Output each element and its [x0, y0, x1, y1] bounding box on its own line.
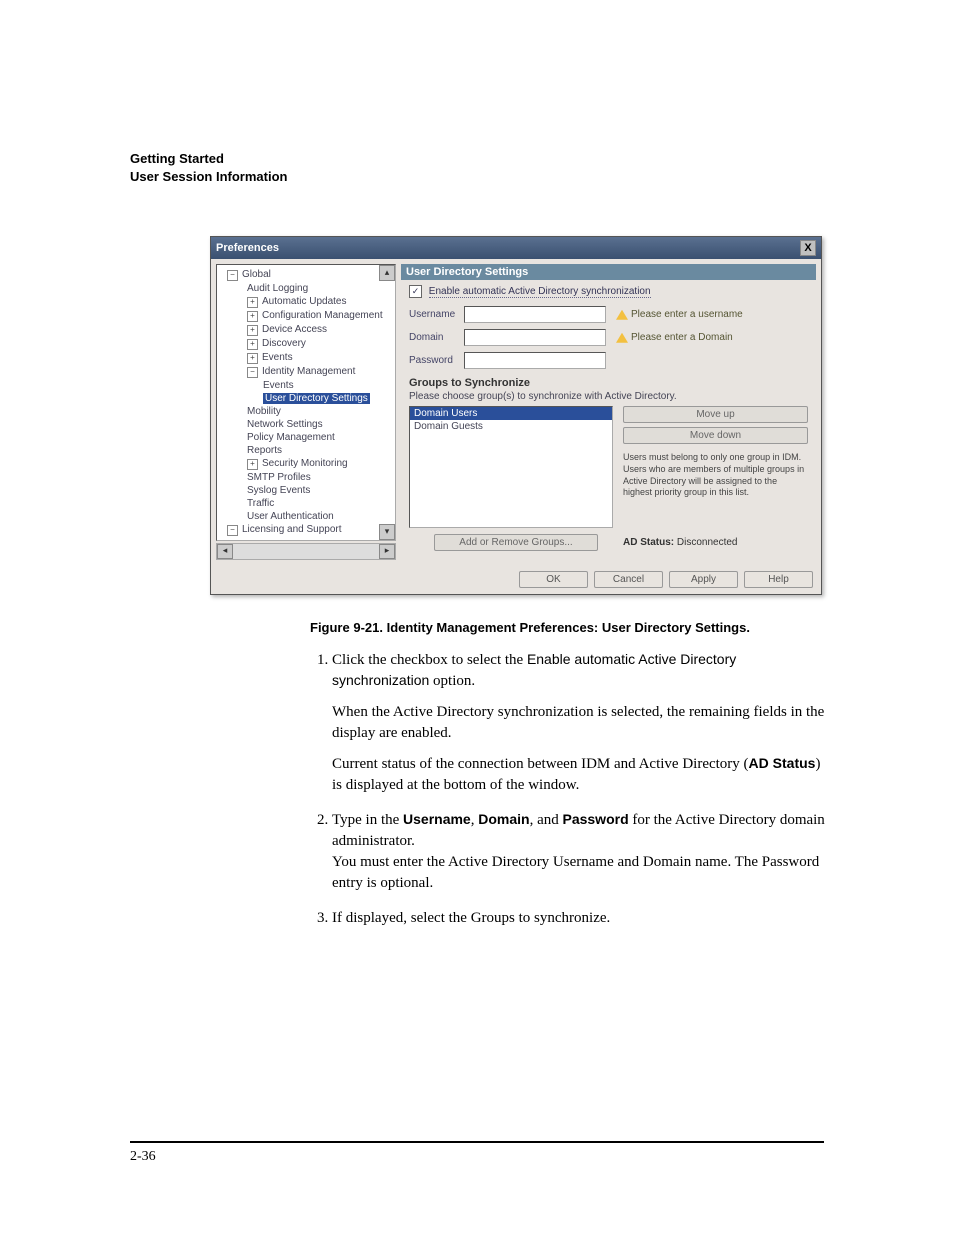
username-input[interactable]: [464, 306, 606, 323]
tree-node[interactable]: +Configuration Management: [219, 309, 393, 323]
page-header: Getting Started User Session Information: [130, 150, 824, 186]
apply-button[interactable]: Apply: [669, 571, 738, 588]
groups-row: Domain Users Domain Guests Move up Move …: [409, 406, 808, 528]
figure-caption: Figure 9-21. Identity Management Prefere…: [310, 620, 824, 635]
dialog-titlebar[interactable]: Preferences X: [211, 237, 821, 259]
page: Getting Started User Session Information…: [0, 0, 954, 1235]
password-label: Password: [409, 355, 464, 366]
scroll-left-icon[interactable]: ◂: [217, 544, 233, 559]
ad-status: AD Status: Disconnected: [623, 537, 808, 548]
tree-node[interactable]: +Security Monitoring: [219, 457, 393, 471]
username-label: Username: [409, 309, 464, 320]
step-2: Type in the Username, Domain, and Passwo…: [332, 810, 830, 894]
tree-node-licensing[interactable]: −Licensing and Support: [219, 523, 393, 537]
password-input[interactable]: [464, 352, 606, 369]
password-row: Password: [409, 352, 808, 369]
domain-warning: Please enter a Domain: [616, 332, 733, 343]
tree-node[interactable]: Mobility: [219, 405, 393, 418]
tree-node-identity[interactable]: −Identity Management: [219, 365, 393, 379]
nav-tree[interactable]: ▴ −Global Audit Logging +Automatic Updat…: [216, 264, 396, 541]
username-warning: Please enter a username: [616, 309, 743, 320]
tree-node[interactable]: SMTP Profiles: [219, 471, 393, 484]
preferences-dialog: Preferences X ▴ −Global Audit Logging +A…: [210, 236, 822, 595]
section-title: User Directory Settings: [401, 264, 816, 280]
cancel-button[interactable]: Cancel: [594, 571, 663, 588]
header-line1: Getting Started: [130, 150, 824, 168]
scroll-right-icon[interactable]: ▸: [379, 544, 395, 559]
warning-icon: [616, 333, 628, 343]
groups-subtitle: Please choose group(s) to synchronize wi…: [409, 391, 808, 402]
scroll-down-icon[interactable]: ▾: [379, 524, 395, 540]
groups-title: Groups to Synchronize: [409, 377, 808, 389]
tree-node[interactable]: +Device Access: [219, 323, 393, 337]
tree-node[interactable]: Audit Logging: [219, 282, 393, 295]
page-number: 2-36: [130, 1149, 156, 1164]
tree-panel: ▴ −Global Audit Logging +Automatic Updat…: [216, 264, 396, 560]
tree-node[interactable]: Policy Management: [219, 431, 393, 444]
groups-listbox[interactable]: Domain Users Domain Guests: [409, 406, 613, 528]
dialog-title: Preferences: [216, 242, 279, 254]
domain-input[interactable]: [464, 329, 606, 346]
tree-node[interactable]: Reports: [219, 444, 393, 457]
domain-label: Domain: [409, 332, 464, 343]
dialog-body: ▴ −Global Audit Logging +Automatic Updat…: [211, 259, 821, 565]
tree-node[interactable]: +Discovery: [219, 337, 393, 351]
page-footer: 2-36: [130, 1141, 824, 1165]
move-down-button[interactable]: Move down: [623, 427, 808, 444]
list-item[interactable]: Domain Guests: [410, 420, 612, 433]
step-1: Click the checkbox to select the Enable …: [332, 650, 830, 796]
enable-sync-label: Enable automatic Active Directory synchr…: [429, 286, 651, 298]
bottom-row: Add or Remove Groups... AD Status: Disco…: [409, 534, 808, 551]
move-up-button[interactable]: Move up: [623, 406, 808, 423]
step-3: If displayed, select the Groups to synch…: [332, 908, 830, 929]
tree-node[interactable]: Traffic: [219, 497, 393, 510]
tree-node[interactable]: +Events: [219, 351, 393, 365]
help-button[interactable]: Help: [744, 571, 813, 588]
tree-node[interactable]: Network Settings: [219, 418, 393, 431]
header-line2: User Session Information: [130, 168, 824, 186]
tree-node[interactable]: Events: [219, 379, 393, 392]
tree-node[interactable]: +Automatic Updates: [219, 295, 393, 309]
tree-hscrollbar[interactable]: ◂ ▸: [216, 543, 396, 560]
form-area: ✓ Enable automatic Active Directory sync…: [401, 280, 816, 559]
ad-status-value: Disconnected: [677, 537, 738, 548]
list-item[interactable]: Domain Users: [410, 407, 612, 420]
enable-sync-row[interactable]: ✓ Enable automatic Active Directory sync…: [409, 285, 808, 298]
dialog-buttons: OK Cancel Apply Help: [211, 565, 821, 594]
group-help-text: Users must belong to only one group in I…: [623, 452, 808, 499]
close-icon[interactable]: X: [800, 240, 816, 256]
tree-node-global[interactable]: −Global: [219, 268, 393, 282]
scroll-up-icon[interactable]: ▴: [379, 265, 395, 281]
ad-status-label: AD Status:: [623, 537, 674, 548]
checkbox-icon[interactable]: ✓: [409, 285, 422, 298]
add-remove-groups-button[interactable]: Add or Remove Groups...: [434, 534, 598, 551]
tree-node-user-directory[interactable]: User Directory Settings: [219, 392, 393, 405]
tree-node[interactable]: Syslog Events: [219, 484, 393, 497]
tree-node[interactable]: User Authentication: [219, 510, 393, 523]
settings-panel: User Directory Settings ✓ Enable automat…: [401, 264, 816, 560]
warning-icon: [616, 310, 628, 320]
instruction-steps: Click the checkbox to select the Enable …: [310, 650, 830, 929]
group-buttons: Move up Move down Users must belong to o…: [623, 406, 808, 528]
add-remove-wrap: Add or Remove Groups...: [409, 534, 623, 551]
ok-button[interactable]: OK: [519, 571, 588, 588]
username-row: Username Please enter a username: [409, 306, 808, 323]
domain-row: Domain Please enter a Domain: [409, 329, 808, 346]
